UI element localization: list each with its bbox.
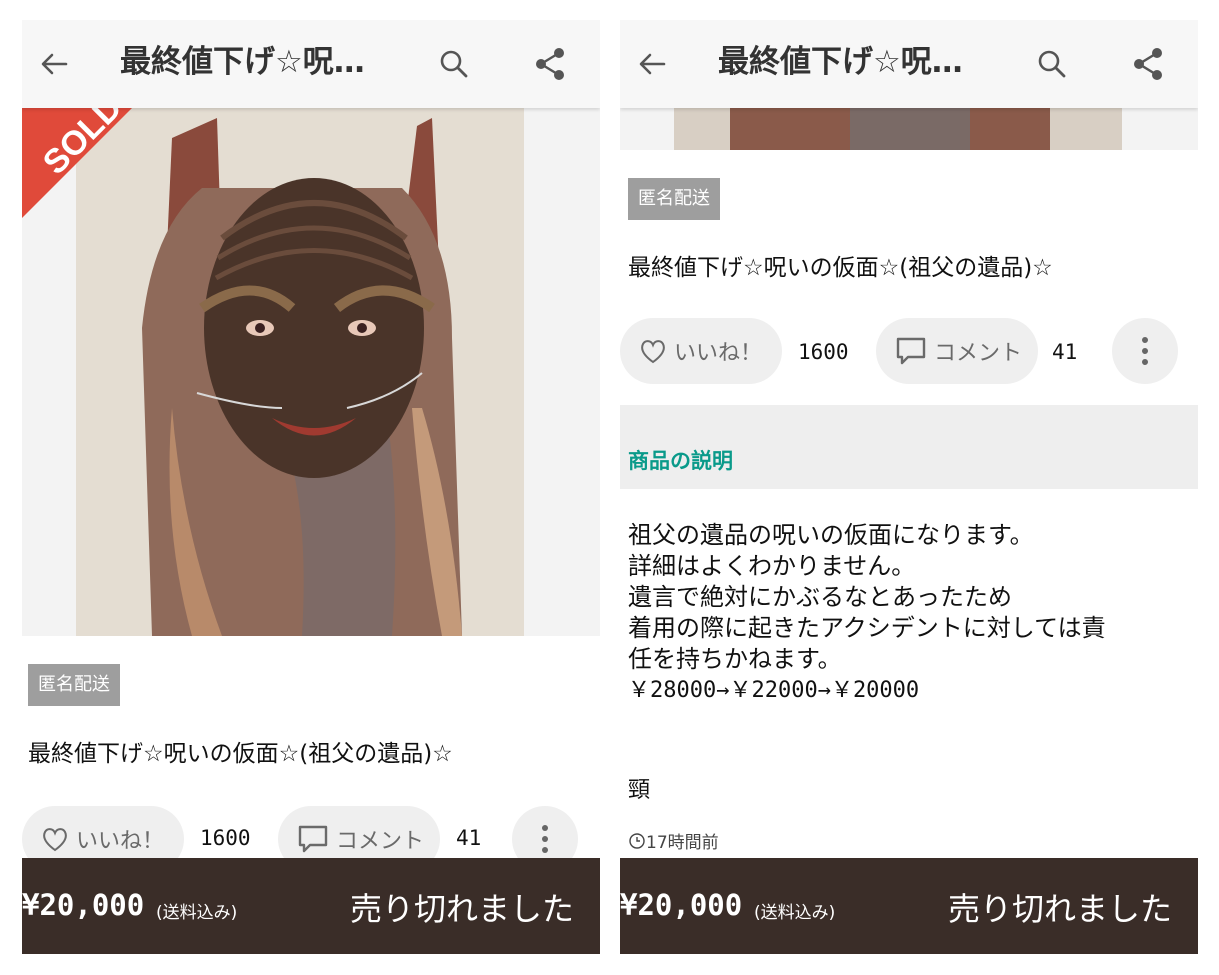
comment-button[interactable]: コメント <box>876 318 1038 384</box>
price-history: ￥28000→￥22000→￥20000 <box>628 678 920 703</box>
price: ¥20,000 <box>22 888 145 922</box>
description-line: 祖父の遺品の呪いの仮面になります。 <box>628 521 1034 549</box>
purchase-bar: ¥20,000 (送料込み) 売り切れました <box>620 858 1198 954</box>
posted-time: 17時間前 <box>628 828 719 853</box>
search-icon[interactable] <box>1030 42 1074 86</box>
comment-icon <box>298 825 328 853</box>
like-button[interactable]: いいね！ <box>620 318 782 384</box>
description-text: 祖父の遺品の呪いの仮面になります。 詳細はよくわかりません。 遺言で絶対にかぶる… <box>628 520 1106 706</box>
heart-icon <box>641 340 665 364</box>
description-heading: 商品の説明 <box>628 449 733 473</box>
product-photo[interactable] <box>620 108 1198 150</box>
purchase-bar: ¥20,000 (送料込み) 売り切れました <box>22 858 600 954</box>
item-title: 最終値下げ☆呪いの仮面☆(祖父の遺品)☆ <box>628 255 1053 281</box>
share-icon[interactable] <box>528 42 572 86</box>
description-line: 遺言で絶対にかぶるなとあったため <box>628 583 1012 611</box>
listing-screen-left: 最終値下げ☆呪… SOLD 匿名配送 最終値下げ☆呪いの仮面☆(祖父の遺品)☆ … <box>22 20 600 954</box>
search-icon[interactable] <box>432 42 476 86</box>
comment-icon <box>896 337 926 365</box>
sold-out-status: 売り切れました <box>947 890 1172 928</box>
back-arrow-icon[interactable] <box>32 42 76 86</box>
sold-out-status: 売り切れました <box>349 890 574 928</box>
price: ¥20,000 <box>620 888 743 922</box>
like-count: 1600 <box>200 826 251 850</box>
listing-screen-right: 最終値下げ☆呪… 匿名配送 最終値下げ☆呪いの仮面☆(祖父の遺品)☆ いいね！ … <box>620 20 1198 954</box>
comment-count: 41 <box>1052 340 1078 364</box>
product-photo[interactable]: SOLD <box>22 108 600 636</box>
comment-label: コメント <box>934 341 1023 366</box>
description-tag: 頸 <box>628 778 651 803</box>
page-title: 最終値下げ☆呪… <box>120 44 365 80</box>
like-label: いいね！ <box>674 341 763 366</box>
description-line: 着用の際に起きたアクシデントに対しては責 <box>628 614 1106 642</box>
shipping-note: (送料込み) <box>156 903 238 923</box>
back-arrow-icon[interactable] <box>630 42 674 86</box>
like-count: 1600 <box>798 340 849 364</box>
comment-count: 41 <box>456 826 482 850</box>
share-icon[interactable] <box>1126 42 1170 86</box>
description-line: 任を持ちかねます。 <box>628 645 842 673</box>
like-label: いいね！ <box>76 829 165 854</box>
description-line: 詳細はよくわかりません。 <box>628 552 916 580</box>
description-header: 商品の説明 <box>620 405 1198 489</box>
heart-icon <box>43 828 67 852</box>
more-vertical-icon <box>1142 337 1148 365</box>
anonymous-shipping-badge: 匿名配送 <box>628 178 720 220</box>
page-title: 最終値下げ☆呪… <box>718 44 963 80</box>
posted-time-label: 17時間前 <box>646 833 719 853</box>
comment-label: コメント <box>336 829 425 854</box>
shipping-note: (送料込み) <box>754 903 836 923</box>
item-title: 最終値下げ☆呪いの仮面☆(祖父の遺品)☆ <box>28 741 453 767</box>
app-bar: 最終値下げ☆呪… <box>620 20 1198 108</box>
app-bar: 最終値下げ☆呪… <box>22 20 600 108</box>
anonymous-shipping-badge: 匿名配送 <box>28 664 120 706</box>
clock-icon <box>629 832 645 849</box>
more-options-button[interactable] <box>1112 318 1178 384</box>
